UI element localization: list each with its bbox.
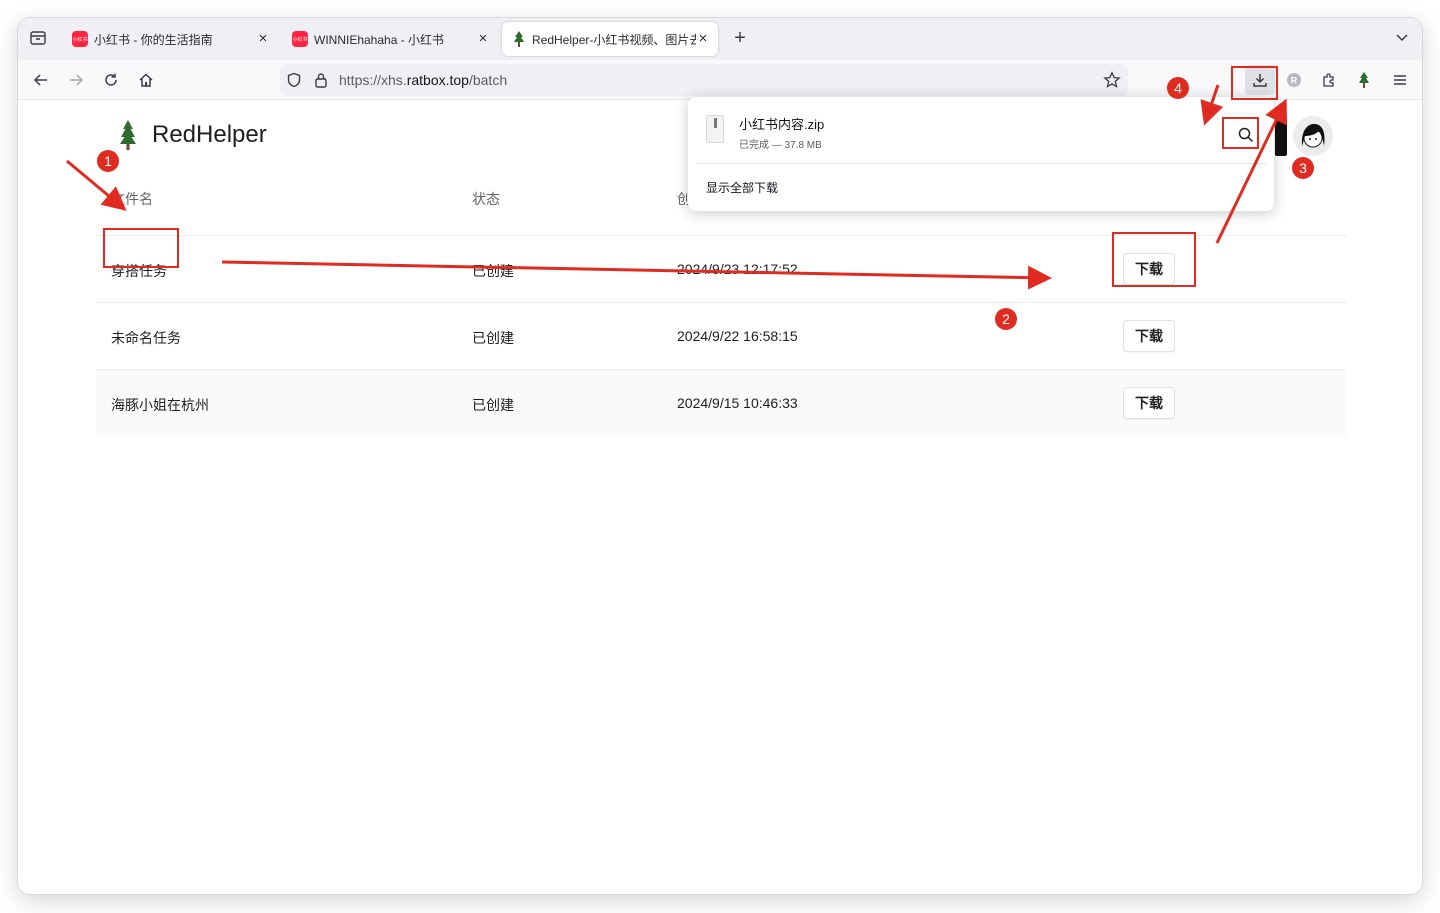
svg-text:R: R: [1291, 76, 1298, 86]
table-row: 穿搭任务 已创建 2024/9/23 12:17:52 下载: [96, 235, 1346, 302]
zip-file-icon: [706, 115, 724, 143]
home-icon: [139, 73, 153, 87]
tab-close-button[interactable]: ×: [254, 30, 272, 48]
browser-window: 小红书 小红书 - 你的生活指南 × 小红书 WINNIEhahaha - 小红…: [18, 18, 1422, 894]
r-extension-icon: R: [1287, 73, 1301, 87]
tab-list-button[interactable]: [24, 24, 52, 52]
bookmark-star-icon[interactable]: [1103, 71, 1121, 89]
reload-icon: [105, 73, 117, 86]
show-in-folder-search-icon[interactable]: [1236, 125, 1256, 145]
extension-r-button[interactable]: R: [1280, 66, 1308, 94]
zip-zipper-mark: [714, 118, 717, 128]
tab-redhelper[interactable]: RedHelper-小红书视频、图片去水 ×: [502, 22, 718, 56]
shield-icon: [287, 72, 301, 88]
tab-title: RedHelper-小红书视频、图片去水: [532, 32, 696, 47]
task-status: 已创建: [472, 263, 514, 279]
tree-logo-icon: [120, 120, 136, 150]
task-status: 已创建: [472, 397, 514, 413]
tab-list-icon: [30, 31, 46, 45]
reload-button[interactable]: [97, 66, 125, 94]
task-name: 穿搭任务: [111, 263, 167, 279]
user-avatar-icon: [1301, 124, 1325, 148]
tab-bar: 小红书 小红书 - 你的生活指南 × 小红书 WINNIEhahaha - 小红…: [18, 18, 1422, 60]
tab-xiaohongshu-home[interactable]: 小红书 小红书 - 你的生活指南 ×: [62, 22, 278, 56]
xiaohongshu-favicon-icon: 小红书: [72, 31, 88, 47]
task-created-time: 2024/9/15 10:46:33: [677, 395, 798, 411]
lock-icon: [315, 73, 327, 88]
arrow-right-icon: [70, 74, 84, 86]
back-button[interactable]: [27, 66, 55, 94]
downloads-button[interactable]: [1245, 65, 1275, 95]
show-all-downloads-link[interactable]: 显示全部下载: [706, 179, 778, 196]
download-button[interactable]: 下载: [1123, 387, 1175, 419]
brand-name: RedHelper: [152, 121, 267, 148]
url-text: https://xhs.ratbox.top/batch: [339, 72, 508, 88]
tree-icon: [1359, 72, 1369, 88]
avatar[interactable]: [1293, 116, 1333, 156]
download-arrow-icon: [1253, 74, 1267, 87]
task-name: 海豚小姐在杭州: [111, 397, 209, 413]
xiaohongshu-favicon-icon: 小红书: [292, 31, 308, 47]
nav-toolbar: https://xhs.ratbox.top/batch R: [18, 60, 1422, 100]
address-bar[interactable]: https://xhs.ratbox.top/batch: [280, 64, 1128, 96]
tab-close-button[interactable]: ×: [694, 30, 712, 48]
download-button[interactable]: 下载: [1123, 253, 1175, 285]
redhelper-extension-button[interactable]: [1350, 66, 1378, 94]
brand[interactable]: RedHelper: [118, 119, 267, 151]
page-content: RedHelper 文件名 状态 创 穿搭任务 已创建 2024/9/23 12…: [18, 101, 1422, 894]
download-file-status: 已完成 — 37.8 MB: [739, 140, 822, 151]
download-button[interactable]: 下载: [1123, 320, 1175, 352]
tree-favicon-icon: [514, 31, 524, 47]
column-header-name: 文件名: [111, 191, 153, 207]
tab-close-button[interactable]: ×: [474, 30, 492, 48]
app-menu-button[interactable]: [1386, 66, 1414, 94]
task-name: 未命名任务: [111, 330, 181, 346]
home-button[interactable]: [132, 66, 160, 94]
download-file-name: 小红书内容.zip: [739, 117, 825, 132]
column-header-status: 状态: [472, 191, 500, 207]
new-tab-button[interactable]: +: [726, 24, 754, 52]
tab-title: WINNIEhahaha - 小红书: [314, 32, 445, 47]
tab-winnie-profile[interactable]: 小红书 WINNIEhahaha - 小红书 ×: [282, 22, 498, 56]
task-created-time: 2024/9/22 16:58:15: [677, 328, 798, 344]
task-status: 已创建: [472, 330, 514, 346]
chevron-down-icon: [1396, 34, 1408, 42]
tab-title: 小红书 - 你的生活指南: [94, 32, 213, 47]
arrow-left-icon: [33, 74, 47, 86]
panel-divider: [696, 163, 1266, 164]
header-dark-element: [1275, 118, 1287, 156]
forward-button[interactable]: [62, 66, 90, 94]
extensions-button[interactable]: [1315, 66, 1343, 94]
table-row: 未命名任务 已创建 2024/9/22 16:58:15 下载: [96, 302, 1346, 369]
hamburger-menu-icon: [1394, 75, 1406, 85]
list-all-tabs-button[interactable]: [1388, 24, 1416, 52]
puzzle-piece-icon: [1323, 73, 1334, 87]
downloads-panel: 小红书内容.zip 已完成 — 37.8 MB 显示全部下载: [688, 97, 1274, 211]
table-row: 海豚小姐在杭州 已创建 2024/9/15 10:46:33 下载: [96, 369, 1346, 436]
task-created-time: 2024/9/23 12:17:52: [677, 261, 798, 277]
